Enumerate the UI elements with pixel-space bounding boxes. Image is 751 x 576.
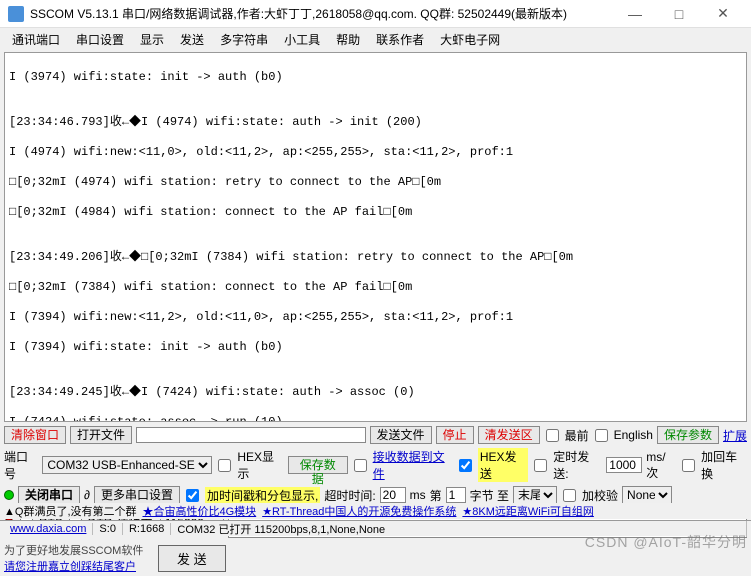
checksum-checkbox[interactable]: [563, 489, 576, 502]
bytes-unit: 字节 至: [470, 487, 509, 504]
log-line: I (7394) wifi:state: init -> auth (b0): [9, 340, 742, 355]
menu-help[interactable]: 帮助: [330, 29, 366, 50]
promo-item: ▲Q群满员了,没有第二个群: [4, 503, 137, 519]
maximize-button[interactable]: □: [659, 2, 699, 26]
interval-input[interactable]: [606, 457, 642, 473]
menu-web[interactable]: 大虾电子网: [434, 29, 506, 50]
topmost-label: 最前: [565, 427, 589, 444]
log-line: □[0;32mI (4984) wifi station: connect to…: [9, 205, 742, 220]
hex-send-label: HEX发送: [478, 448, 528, 482]
interval-unit: ms/次: [646, 450, 676, 481]
hex-display-checkbox[interactable]: [218, 459, 231, 472]
timestamp-label: 加时间戳和分包显示,: [205, 487, 320, 504]
topmost-checkbox[interactable]: [546, 429, 559, 442]
menu-port[interactable]: 通讯端口: [6, 29, 66, 50]
log-line: I (7394) wifi:new:<11,2>, old:<11,0>, ap…: [9, 310, 742, 325]
menu-contact[interactable]: 联系作者: [370, 29, 430, 50]
end-select[interactable]: 末尾: [513, 486, 557, 504]
log-line: □[0;32mI (4974) wifi station: retry to c…: [9, 175, 742, 190]
app-icon: [8, 6, 24, 22]
window-title: SSCOM V5.13.1 串口/网络数据调试器,作者:大虾丁丁,2618058…: [30, 5, 615, 22]
watermark: CSDN @AIoT-韶华分明: [585, 532, 747, 552]
status-url[interactable]: www.daxia.com: [4, 523, 93, 535]
clear-send-button[interactable]: 清发送区: [478, 426, 540, 444]
menu-send[interactable]: 发送: [174, 29, 210, 50]
log-line: [23:34:49.245]收←◆I (7424) wifi:state: au…: [9, 385, 742, 400]
recv-to-file-checkbox[interactable]: [354, 459, 367, 472]
timeout-label: 超时时间:: [324, 487, 375, 504]
log-line: I (7424) wifi:state: assoc -> run (10): [9, 415, 742, 422]
clear-window-button[interactable]: 清除窗口: [4, 426, 66, 444]
close-button[interactable]: ✕: [703, 2, 743, 26]
log-line: □[0;32mI (7384) wifi station: connect to…: [9, 280, 742, 295]
log-line: [23:34:46.793]收←◆I (4974) wifi:state: au…: [9, 115, 742, 130]
timed-send-checkbox[interactable]: [534, 459, 547, 472]
stop-button[interactable]: 停止: [436, 426, 474, 444]
menu-display[interactable]: 显示: [134, 29, 170, 50]
menu-bar: 通讯端口 串口设置 显示 发送 多字符串 小工具 帮助 联系作者 大虾电子网: [0, 28, 751, 50]
log-line: I (3974) wifi:state: init -> auth (b0): [9, 70, 742, 85]
promo-link[interactable]: ★8KM远距离WiFi可自组网: [462, 503, 593, 519]
extend-link[interactable]: 扩展: [723, 427, 747, 444]
port-status-led: [4, 490, 14, 500]
hex-display-label: HEX显示: [237, 448, 283, 482]
send-file-button[interactable]: 发送文件: [370, 426, 432, 444]
timestamp-checkbox[interactable]: [186, 489, 199, 502]
recv-to-file-label[interactable]: 接收数据到文件: [373, 448, 453, 482]
port-select[interactable]: COM32 USB-Enhanced-SERIAL (: [42, 456, 212, 474]
english-label: English: [614, 428, 653, 442]
bytes-from-input[interactable]: [446, 487, 466, 503]
status-sent: S:0: [93, 523, 123, 535]
hex-send-checkbox[interactable]: [459, 459, 472, 472]
bytes-label: 第: [430, 487, 442, 504]
menu-multistring[interactable]: 多字符串: [214, 29, 274, 50]
log-line: I (4974) wifi:new:<11,0>, old:<11,2>, ap…: [9, 145, 742, 160]
timeout-input[interactable]: [380, 487, 406, 503]
console-output[interactable]: I (3974) wifi:state: init -> auth (b0) […: [4, 52, 747, 422]
log-line: [23:34:49.206]收←◆□[0;32mI (7384) wifi st…: [9, 250, 742, 265]
timed-send-label: 定时发送:: [553, 448, 602, 482]
port-label: 端口号: [4, 448, 38, 482]
menu-tools[interactable]: 小工具: [278, 29, 326, 50]
minimize-button[interactable]: —: [615, 2, 655, 26]
english-checkbox[interactable]: [595, 429, 608, 442]
dropdown-icon[interactable]: ∂: [84, 488, 90, 502]
crlf-checkbox[interactable]: [682, 459, 695, 472]
save-data-button[interactable]: 保存数据: [288, 456, 348, 474]
promo-link[interactable]: ★RT-Thread中国人的开源免费操作系统: [262, 503, 456, 519]
checksum-label: 加校验: [582, 487, 618, 504]
more-settings-button[interactable]: 更多串口设置: [94, 486, 180, 504]
menu-serial[interactable]: 串口设置: [70, 29, 130, 50]
save-params-button[interactable]: 保存参数: [657, 426, 719, 444]
send-button[interactable]: 发 送: [158, 545, 226, 572]
file-path-input[interactable]: [136, 427, 366, 443]
status-recv: R:1668: [123, 523, 171, 535]
open-file-button[interactable]: 打开文件: [70, 426, 132, 444]
promo-text: 为了更好地发展SSCOM软件请您注册嘉立创踩结尾客户: [4, 542, 154, 574]
close-port-button[interactable]: 关闭串口: [18, 486, 80, 504]
promo-link[interactable]: ★合宙高性价比4G模块: [143, 503, 257, 519]
crlf-label: 加回车换: [701, 448, 747, 482]
timeout-unit: ms: [410, 488, 426, 502]
checksum-select[interactable]: None: [622, 486, 672, 504]
